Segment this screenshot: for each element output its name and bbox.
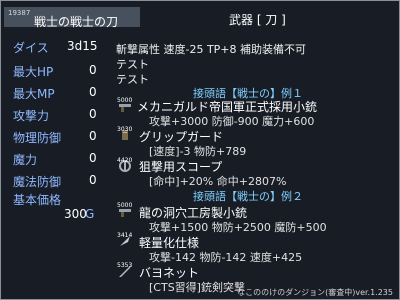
test-line-2: テスト — [116, 73, 149, 86]
footer-version: なこののけのダンジョン(審査中)ver.1.235 — [237, 288, 393, 297]
s2-item2-stats: 攻撃-142 物防-142 速度+425 — [149, 251, 303, 264]
price-value: 300 — [64, 207, 87, 221]
item-icon-number: 5000 — [117, 97, 133, 104]
price-unit: G — [85, 207, 95, 221]
item-id: 19387 — [8, 9, 31, 17]
s2-item1-stats: 攻撃+1500 物防+2500 魔防+500 — [149, 221, 327, 234]
stat-label-maxmp: 最大MP — [13, 87, 55, 101]
dice-value: 3d15 — [67, 39, 98, 53]
weapon-type: 武器 [ 刀 ] — [229, 13, 286, 27]
item-name: 戦士の戦士の刀 — [34, 15, 119, 29]
stat-value-magic: 0 — [89, 151, 97, 165]
item-icon-number: 5000 — [117, 202, 133, 209]
stat-label-magic: 魔力 — [13, 153, 38, 167]
item-icon-number: 3414 — [117, 232, 133, 239]
section-title-2: 接頭語【戦士の】例２ — [193, 190, 303, 203]
weapon-attributes: 斬撃属性 速度-25 TP+8 補助装備不可 — [116, 43, 307, 56]
item-title-bar: 19387 戦士の戦士の刀 — [4, 7, 140, 29]
stat-label-magic-def: 魔法防御 — [13, 175, 62, 189]
dice-label: ダイス — [13, 41, 49, 55]
stat-value-magic-def: 0 — [89, 173, 97, 187]
s2-item3-stats: [CTS習得]銃剣突撃 — [149, 281, 245, 294]
item-info-window: 19387 戦士の戦士の刀 武器 [ 刀 ] ダイス 3d15 最大HP 0 最… — [0, 0, 400, 300]
s1-item2-stats: [速度]-3 物防+789 — [149, 145, 247, 158]
stat-value-maxmp: 0 — [89, 85, 97, 99]
s1-item3-stats: [命中]+20% 命中+2807% — [149, 175, 287, 188]
s1-item1-stats: 攻撃+3000 防御-900 魔力+600 — [149, 115, 315, 128]
item-icon-number: 4420 — [117, 157, 133, 164]
stat-value-phys-def: 0 — [89, 129, 97, 143]
stat-label-attack: 攻撃力 — [13, 109, 50, 123]
stat-value-maxhp: 0 — [89, 63, 97, 77]
stat-label-maxhp: 最大HP — [13, 65, 54, 79]
item-icon-number: 5353 — [117, 262, 133, 269]
price-label: 基本価格 — [13, 193, 62, 207]
stat-value-attack: 0 — [89, 107, 97, 121]
stat-label-phys-def: 物理防御 — [13, 131, 62, 145]
item-icon-number: 3030 — [117, 126, 133, 133]
test-line-1: テスト — [116, 58, 149, 71]
